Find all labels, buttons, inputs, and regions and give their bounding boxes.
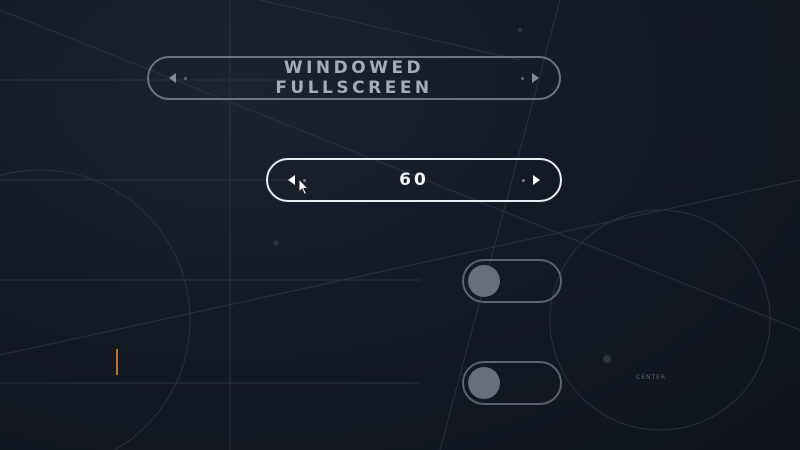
left-arrow-icon <box>169 73 176 83</box>
display-mode-selector: WINDOWED FULLSCREEN <box>147 56 561 100</box>
setting-toggle[interactable] <box>462 361 562 405</box>
fps-limit-next-button[interactable] <box>502 160 560 200</box>
toggle-knob <box>468 367 500 399</box>
background-label: CENTER <box>636 374 667 381</box>
accent-mark <box>116 349 118 375</box>
setting-toggle[interactable] <box>462 259 562 303</box>
display-mode-next-button[interactable] <box>501 58 559 98</box>
toggle-knob <box>468 265 500 297</box>
display-mode-value: WINDOWED FULLSCREEN <box>275 58 433 98</box>
fps-limit-value: 60 <box>399 170 429 190</box>
right-arrow-icon <box>532 73 539 83</box>
fps-limit-selector: 60 <box>266 158 562 202</box>
right-arrow-icon <box>533 175 540 185</box>
mouse-cursor-icon <box>298 178 310 196</box>
left-arrow-icon <box>288 175 295 185</box>
display-mode-prev-button[interactable] <box>149 58 207 98</box>
dot-icon <box>522 178 525 182</box>
fps-limit-prev-button[interactable] <box>268 160 326 200</box>
dot-icon <box>521 76 524 80</box>
dot-icon <box>184 76 187 80</box>
settings-screen: CENTER WINDOWED FULLSCREEN 60 <box>0 0 800 450</box>
